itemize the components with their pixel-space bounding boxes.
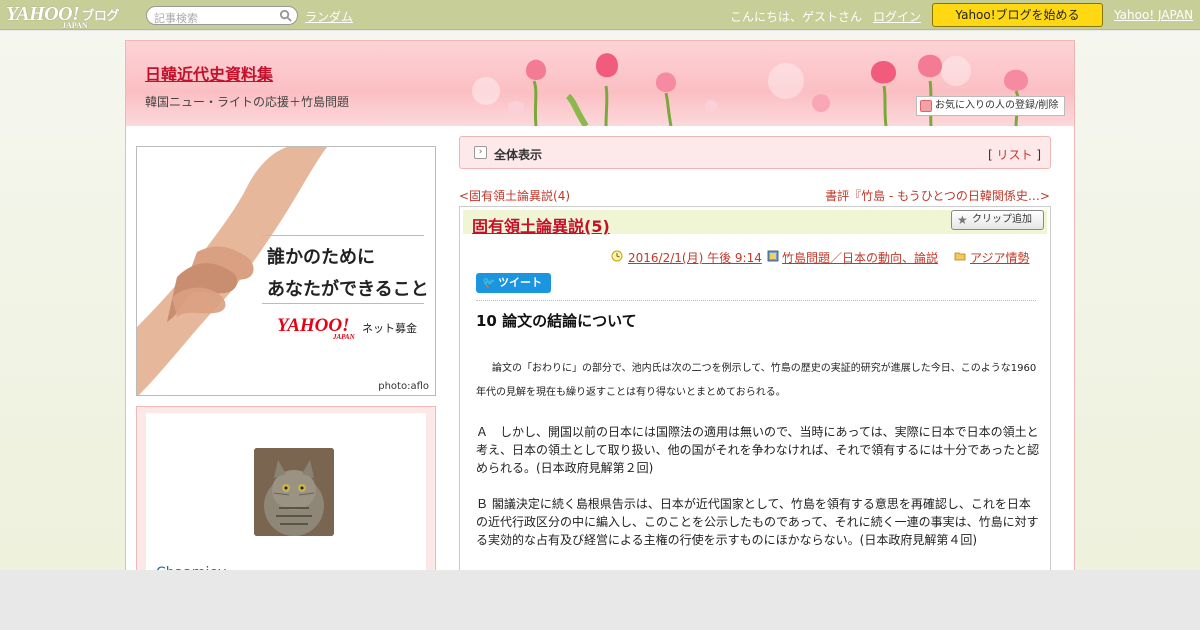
view-all-bar: › 全体表示 [ リスト ] — [459, 136, 1051, 169]
ad-copy-line1: 誰かのために — [267, 247, 375, 268]
ad-yahoo-logo-sub: JAPAN — [333, 333, 355, 341]
list-bracket-close: ] — [1036, 148, 1041, 162]
article-paragraph-intro: 論文の「おわりに」の部分で、池内氏は次の二つを例示して、竹島の歴史の実証的研究が… — [476, 363, 1037, 398]
view-all-label: 全体表示 — [494, 148, 543, 162]
prev-article-link[interactable]: <固有領土論異説(4) — [459, 187, 570, 204]
list-link-wrapper: [ リスト ] — [988, 146, 1041, 163]
chevron-right-icon: › — [474, 146, 487, 159]
blog-description: 韓国ニュー・ライトの応援＋竹島問題 — [145, 95, 350, 109]
start-blog-button[interactable]: Yahoo!ブログを始める — [932, 3, 1103, 27]
login-link[interactable]: ログイン — [873, 8, 921, 25]
search-icon[interactable] — [279, 9, 292, 22]
profile-box: Chaamiey — [136, 406, 436, 581]
bottom-gray-strip — [0, 570, 1200, 630]
book-icon — [767, 250, 779, 262]
blog-title[interactable]: 日韓近代史資料集 — [145, 61, 273, 85]
ad-copy-line2: あなたができること — [267, 279, 429, 300]
article-heading: 10 論文の結論について — [476, 312, 637, 330]
greeting-text: こんにちは、ゲストさん — [730, 10, 863, 24]
star-icon: ★ — [957, 213, 968, 227]
clip-add-button[interactable]: ★ クリップ追加 — [951, 210, 1044, 230]
article-paragraph-b: Ｂ 閣議決定に続く島根県告示は、日本が近代国家として、竹島を領有する意思を再確認… — [476, 497, 1039, 547]
search-input[interactable] — [154, 10, 279, 27]
article-title[interactable]: 固有領土論異説(5) — [472, 213, 610, 237]
yahoo-donation-ad[interactable]: 誰かのために あなたができること YAHOO! JAPAN ネット募金 phot… — [136, 146, 436, 396]
list-link[interactable]: リスト — [996, 148, 1032, 162]
meta-separator — [476, 300, 1036, 301]
profile-inner: Chaamiey — [146, 413, 426, 581]
article-paragraph-a: Ａ しかし、開国以前の日本には国際法の適用は無いので、当時にあっては、実際に日本… — [476, 425, 1040, 475]
blog-container: 日韓近代史資料集 韓国ニュー・ライトの応援＋竹島問題 お気に入りの人の登録/削除… — [125, 40, 1075, 581]
clip-add-label: クリップ追加 — [972, 214, 1032, 225]
clock-icon — [611, 250, 623, 262]
yahoo-blog-logo[interactable]: YAHOO! ブログ JAPAN — [6, 3, 119, 30]
ad-service-name: ネット募金 — [362, 322, 417, 335]
article-header: 固有領土論異説(5) ★ クリップ追加 — [463, 210, 1047, 237]
ad-divider-bottom — [262, 303, 424, 304]
folder-icon — [954, 252, 966, 261]
ad-photo-credit: photo:aflo — [378, 381, 429, 392]
favorite-button-label: お気に入りの人の登録/削除 — [935, 100, 1059, 111]
ad-divider-top — [262, 235, 424, 236]
ad-copy: 誰かのために あなたができること — [267, 242, 429, 306]
yahoo-japan-link[interactable]: Yahoo! JAPAN — [1114, 8, 1193, 22]
article-folder[interactable]: アジア情勢 — [970, 249, 1030, 266]
list-bracket-open: [ — [987, 148, 993, 162]
article-category[interactable]: 竹島問題／日本の動向、論説 — [782, 249, 938, 266]
favorite-register-button[interactable]: お気に入りの人の登録/削除 — [916, 96, 1065, 116]
tweet-button[interactable]: 🐦 ツイート — [476, 273, 551, 293]
avatar[interactable] — [254, 448, 334, 536]
article: 固有領土論異説(5) ★ クリップ追加 2016/2/1(月) 午後 9:14 … — [459, 206, 1051, 571]
search-box — [146, 6, 298, 27]
top-bar: YAHOO!ブログ JAPAN ランダム こんにちは、ゲストさん ログイン Ya… — [0, 0, 1200, 30]
next-article-link[interactable]: 書評『竹島 - もうひとつの日韓関係史…> — [825, 187, 1050, 204]
random-link[interactable]: ランダム — [305, 8, 353, 25]
favorite-icon — [920, 100, 932, 112]
twitter-bird-icon: 🐦 — [482, 276, 496, 289]
tweet-button-label: ツイート — [498, 276, 542, 289]
article-datetime[interactable]: 2016/2/1(月) 午後 9:14 — [628, 249, 762, 266]
cat-avatar-image — [254, 448, 334, 536]
blog-header-banner: 日韓近代史資料集 韓国ニュー・ライトの応援＋竹島問題 お気に入りの人の登録/削除 — [126, 41, 1074, 126]
logo-sub-text: JAPAN — [62, 21, 88, 30]
